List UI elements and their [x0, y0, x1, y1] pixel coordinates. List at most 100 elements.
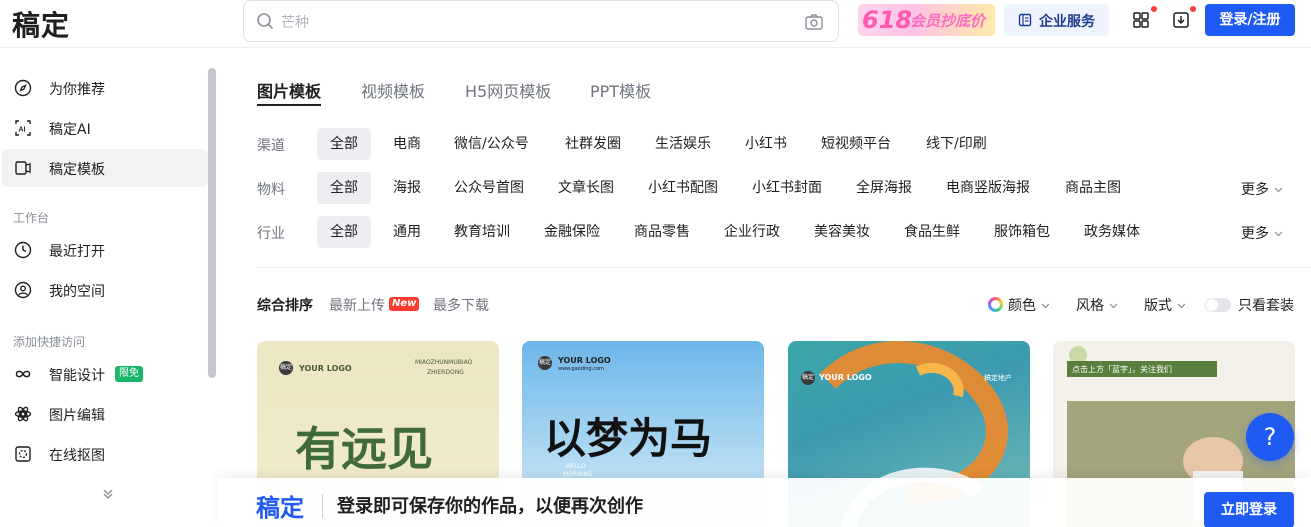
filter-chip[interactable]: 微信/公众号: [454, 128, 529, 160]
filter-chip[interactable]: 文章长图: [558, 172, 614, 204]
promo-banner[interactable]: 618 会员抄底价: [858, 4, 995, 36]
filter-chip[interactable]: 小红书: [745, 128, 787, 160]
filter-chip[interactable]: 海报: [393, 172, 421, 204]
layout-filter-dropdown[interactable]: 版式: [1144, 295, 1186, 315]
filter-channel-label: 渠道: [257, 138, 285, 154]
clock-icon: [14, 241, 32, 259]
sort-comprehensive[interactable]: 综合排序: [257, 295, 313, 315]
camera-icon[interactable]: [804, 12, 824, 32]
sidebar-item-templates[interactable]: 稿定模板: [2, 149, 208, 187]
login-now-button[interactable]: 立即登录: [1204, 492, 1294, 527]
apps-notification-dot: [1151, 6, 1157, 12]
filter-chip[interactable]: 全部: [317, 172, 371, 204]
filter-chip[interactable]: 电商竖版海报: [946, 172, 1030, 204]
page-root: 稿定 芒种 618 会员抄底价 企业服务 登录/注册 为你推荐 AI 稿定AI …: [0, 0, 1311, 527]
download-notification-dot: [1190, 6, 1196, 12]
download-icon[interactable]: [1171, 10, 1191, 30]
chevron-down-icon: [1274, 231, 1283, 237]
sidebar-item-recent[interactable]: 最近打开: [2, 231, 208, 269]
card-morning: MORNING: [563, 471, 593, 478]
filter-chip[interactable]: 企业行政: [724, 216, 780, 248]
sidebar-item-recommend[interactable]: 为你推荐: [2, 69, 208, 107]
card-banner-text: 点击上方「蓝字」，关注我们: [1072, 365, 1172, 374]
card-hello: HELLO: [566, 463, 586, 470]
sidebar-item-label: 图片编辑: [49, 408, 105, 424]
card-banner-strip: 点击上方「蓝字」，关注我们: [1067, 361, 1217, 377]
filter-chip[interactable]: 小红书封面: [752, 172, 822, 204]
sidebar-item-cutout[interactable]: 在线抠图: [2, 435, 208, 473]
card-brand: YOUR LOGO: [819, 373, 872, 382]
more-label: 更多: [1241, 226, 1269, 242]
filter-chip[interactable]: 社群发圈: [565, 128, 621, 160]
new-badge: New: [389, 297, 420, 311]
card-headline: 以梦为马: [544, 414, 713, 463]
more-label: 更多: [1241, 182, 1269, 198]
site-logo[interactable]: 稿定: [12, 4, 70, 44]
filter-chip[interactable]: 电商: [393, 128, 421, 160]
filter-chip[interactable]: 通用: [393, 216, 421, 248]
chevron-down-icon: [1177, 303, 1186, 309]
left-sidebar: 为你推荐 AI 稿定AI 稿定模板 工作台 最近打开 我的空间 添加快捷访问 智…: [0, 49, 218, 527]
sidebar-item-label: 最近打开: [49, 244, 105, 260]
filter-chip[interactable]: 生活娱乐: [655, 128, 711, 160]
sidebar-item-my-space[interactable]: 我的空间: [2, 271, 208, 309]
sets-only-label: 只看套装: [1238, 298, 1294, 314]
filter-chip[interactable]: 短视频平台: [821, 128, 891, 160]
main-content: 图片模板 视频模板 H5网页模板 PPT模板 渠道 全部 电商 微信/公众号 社…: [218, 49, 1311, 527]
card-subtitle: MIAOZHUNMUBIAO: [415, 359, 473, 366]
filter-chip[interactable]: 政务媒体: [1084, 216, 1140, 248]
top-header: 稿定 芒种 618 会员抄底价 企业服务 登录/注册: [0, 0, 1311, 48]
sidebar-item-label: 我的空间: [49, 284, 105, 300]
filter-chip[interactable]: 服饰箱包: [994, 216, 1050, 248]
cutout-icon: [15, 446, 31, 462]
tab-ppt-templates[interactable]: PPT模板: [590, 78, 651, 102]
color-filter-dropdown[interactable]: 颜色: [1008, 295, 1050, 315]
sidebar-scrollbar[interactable]: [208, 68, 216, 378]
filter-chip[interactable]: 全屏海报: [856, 172, 912, 204]
double-chevron-down-icon[interactable]: [100, 486, 116, 502]
tab-h5-templates[interactable]: H5网页模板: [465, 78, 551, 102]
industry-more-dropdown[interactable]: 更多: [1241, 223, 1283, 243]
apps-icon[interactable]: [1131, 10, 1151, 30]
help-button[interactable]: ?: [1246, 413, 1294, 461]
filter-chip[interactable]: 金融保险: [544, 216, 600, 248]
sort-most-downloaded[interactable]: 最多下载: [433, 295, 489, 315]
filter-chip[interactable]: 线下/印刷: [926, 128, 987, 160]
search-icon: [257, 13, 273, 29]
tab-video-templates[interactable]: 视频模板: [361, 78, 425, 102]
filter-chip[interactable]: 食品生鲜: [904, 216, 960, 248]
filter-chip[interactable]: 全部: [317, 128, 371, 160]
filter-chip[interactable]: 教育培训: [454, 216, 510, 248]
sidebar-item-smart-design[interactable]: 智能设计 限免: [2, 355, 208, 393]
card-brand: YOUR LOGO: [558, 356, 611, 365]
filter-chip[interactable]: 商品主图: [1065, 172, 1121, 204]
sort-latest[interactable]: 最新上传: [329, 295, 385, 315]
filter-material-label: 物料: [257, 182, 285, 198]
filter-chip[interactable]: 公众号首图: [454, 172, 524, 204]
style-filter-dropdown[interactable]: 风格: [1076, 295, 1118, 315]
limited-free-badge: 限免: [115, 366, 143, 382]
promo-text: 会员抄底价: [910, 12, 986, 30]
material-more-dropdown[interactable]: 更多: [1241, 179, 1283, 199]
sets-only-toggle[interactable]: [1205, 298, 1231, 312]
filter-chip[interactable]: 美容美妆: [814, 216, 870, 248]
sidebar-item-ai[interactable]: AI 稿定AI: [2, 109, 208, 147]
search-box[interactable]: 芒种: [243, 0, 839, 42]
quick-access-section-label: 添加快捷访问: [13, 335, 86, 349]
filter-chip[interactable]: 小红书配图: [648, 172, 718, 204]
user-icon: [14, 281, 32, 299]
sidebar-item-image-edit[interactable]: 图片编辑: [2, 395, 208, 433]
search-placeholder: 芒种: [281, 15, 309, 31]
ai-icon: AI: [15, 120, 31, 136]
banner-logo: 稿定: [256, 493, 304, 522]
sidebar-item-label: 智能设计: [49, 368, 105, 384]
compass-icon: [14, 79, 32, 97]
banner-message: 登录即可保存你的作品，以便再次创作: [337, 496, 643, 517]
enterprise-service-button[interactable]: 企业服务: [1004, 4, 1109, 36]
layout-filter-label: 版式: [1144, 298, 1172, 314]
tab-image-templates[interactable]: 图片模板: [257, 78, 321, 102]
login-register-button[interactable]: 登录/注册: [1205, 4, 1295, 36]
filter-chip[interactable]: 商品零售: [634, 216, 690, 248]
active-tab-underline: [257, 104, 321, 106]
filter-chip[interactable]: 全部: [317, 216, 371, 248]
